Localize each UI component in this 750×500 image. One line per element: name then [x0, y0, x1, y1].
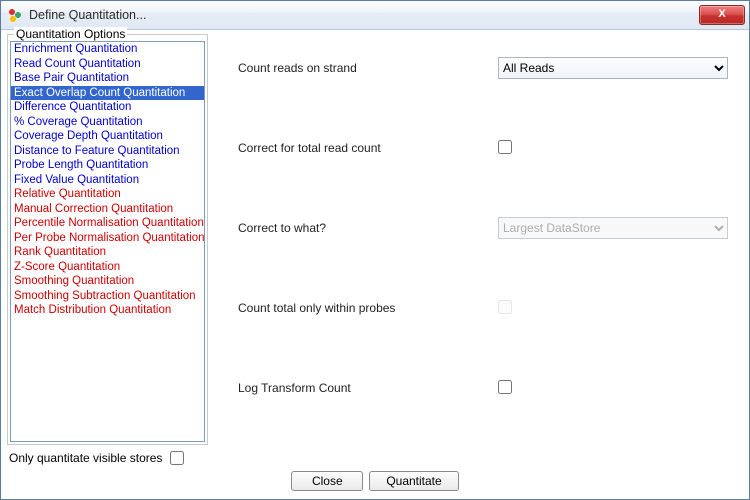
define-quantitation-window: Define Quantitation... X Quantitation Op… — [0, 0, 750, 500]
titlebar: Define Quantitation... X — [1, 1, 749, 30]
only-visible-row: Only quantitate visible stores — [7, 445, 743, 467]
list-item[interactable]: Probe Length Quantitation — [11, 158, 204, 173]
quantitation-options-group: Quantitation Options Enrichment Quantita… — [7, 34, 208, 445]
list-item[interactable]: Match Distribution Quantitation — [11, 303, 204, 318]
close-button[interactable]: Close — [291, 471, 363, 491]
only-visible-checkbox[interactable] — [170, 451, 184, 465]
list-item[interactable]: Read Count Quantitation — [11, 57, 204, 72]
row-correct-to: Correct to what? Largest DataStore — [238, 214, 731, 242]
row-strand: Count reads on strand All Reads — [238, 54, 731, 82]
correct-total-checkbox[interactable] — [498, 140, 512, 154]
list-item[interactable]: Rank Quantitation — [11, 245, 204, 260]
close-icon[interactable]: X — [699, 5, 745, 25]
list-item[interactable]: Fixed Value Quantitation — [11, 173, 204, 188]
list-item[interactable]: Base Pair Quantitation — [11, 71, 204, 86]
list-item[interactable]: Smoothing Quantitation — [11, 274, 204, 289]
list-item[interactable]: Enrichment Quantitation — [11, 42, 204, 57]
label-strand: Count reads on strand — [238, 61, 498, 75]
within-probes-checkbox — [498, 300, 512, 314]
only-visible-label: Only quantitate visible stores — [9, 451, 162, 465]
list-item[interactable]: Exact Overlap Count Quantitation — [11, 86, 204, 101]
correct-to-select: Largest DataStore — [498, 217, 728, 239]
label-correct-total: Correct for total read count — [238, 141, 498, 155]
label-log-transform: Log Transform Count — [238, 381, 498, 395]
label-within-probes: Count total only within probes — [238, 301, 498, 315]
list-item[interactable]: Distance to Feature Quantitation — [11, 144, 204, 159]
list-item[interactable]: Per Probe Normalisation Quantitation — [11, 231, 204, 246]
row-log-transform: Log Transform Count — [238, 374, 731, 402]
app-icon — [7, 7, 23, 23]
main-row: Quantitation Options Enrichment Quantita… — [7, 34, 743, 445]
list-item[interactable]: % Coverage Quantitation — [11, 115, 204, 130]
quantitation-options-list[interactable]: Enrichment QuantitationRead Count Quanti… — [10, 41, 205, 442]
quantitate-button[interactable]: Quantitate — [369, 471, 458, 491]
list-item[interactable]: Manual Correction Quantitation — [11, 202, 204, 217]
list-item[interactable]: Percentile Normalisation Quantitation — [11, 216, 204, 231]
row-correct-total: Correct for total read count — [238, 134, 731, 162]
label-correct-to: Correct to what? — [238, 221, 498, 235]
list-item[interactable]: Z-Score Quantitation — [11, 260, 204, 275]
list-item[interactable]: Smoothing Subtraction Quantitation — [11, 289, 204, 304]
window-title: Define Quantitation... — [29, 8, 699, 22]
quantitation-options-legend: Quantitation Options — [14, 27, 127, 41]
options-form: Count reads on strand All Reads Correct … — [208, 34, 743, 445]
row-within-probes: Count total only within probes — [238, 294, 731, 322]
strand-select[interactable]: All Reads — [498, 57, 728, 79]
log-transform-checkbox[interactable] — [498, 380, 512, 394]
list-item[interactable]: Coverage Depth Quantitation — [11, 129, 204, 144]
list-item[interactable]: Difference Quantitation — [11, 100, 204, 115]
button-row: Close Quantitate — [7, 467, 743, 493]
list-item[interactable]: Relative Quantitation — [11, 187, 204, 202]
client-area: Quantitation Options Enrichment Quantita… — [1, 30, 749, 499]
